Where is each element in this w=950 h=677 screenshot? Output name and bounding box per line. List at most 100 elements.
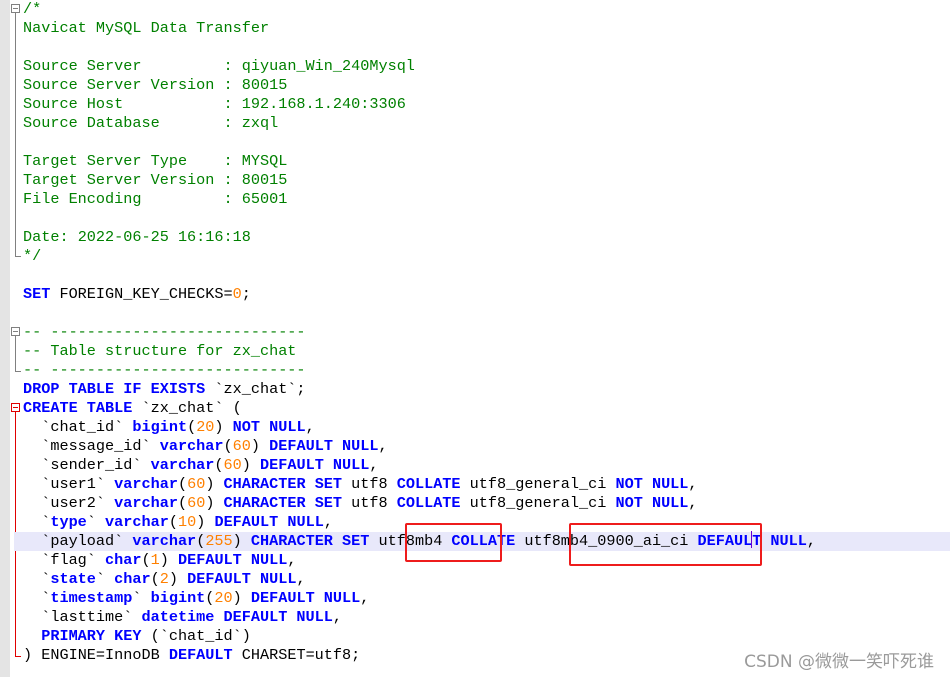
comment-key: Source Server <box>23 57 224 75</box>
column-length: 1 <box>150 551 160 569</box>
comment-value: 192.168.1.240:3306 <box>241 95 406 113</box>
sql-keyword: CHARACTER SET <box>214 475 343 493</box>
code-line: Source Server Version : 80015 <box>23 76 288 94</box>
comment-value: qiyuan_Win_240Mysql <box>241 57 415 75</box>
watermark: CSDN @微微一笑吓死谁 <box>744 652 934 672</box>
code-line: File Encoding : 65001 <box>23 190 288 208</box>
code-line: Target Server Version : 80015 <box>23 171 288 189</box>
sql-punct: , <box>296 570 306 588</box>
column-line-state: `state` char(2) DEFAULT NULL, <box>23 570 306 588</box>
sql-number: 0 <box>232 285 242 303</box>
column-line-chat-id: `chat_id` bigint(20) NOT NULL, <box>23 418 315 436</box>
comment-rule: -- ---------------------------- <box>23 323 306 341</box>
column-length: 2 <box>159 570 169 588</box>
sql-keyword: DEFAULT NULL <box>250 456 370 474</box>
sql-identifier: (`chat_id`) <box>141 627 251 645</box>
code-line: Date: 2022-06-25 16:16:18 <box>23 228 950 247</box>
sql-identifier: `zx_chat`; <box>205 380 306 398</box>
comment-value: 80015 <box>241 76 288 94</box>
fold-toggle-icon[interactable] <box>11 327 20 336</box>
sql-keyword: DEFAULT NULL <box>260 437 379 455</box>
sql-keyword: NOT NULL <box>615 475 689 493</box>
column-type: bigint <box>150 589 206 607</box>
sql-keyword: DEFAULT NULL <box>214 608 333 626</box>
column-name: `chat_id` <box>23 418 133 436</box>
comment-key: Target Server Version <box>23 171 224 189</box>
comment-key: File Encoding <box>23 190 224 208</box>
sql-punct: , <box>378 437 388 455</box>
sql-punct: , <box>360 589 370 607</box>
fold-guide-end <box>15 371 21 372</box>
column-name: state <box>50 570 96 588</box>
column-name: ` <box>23 589 51 607</box>
sql-identifier: ENGINE=InnoDB <box>41 646 169 664</box>
column-line-user2: `user2` varchar(60) CHARACTER SET utf8 C… <box>23 494 698 512</box>
comment-value: 80015 <box>241 171 288 189</box>
column-length: 20 <box>214 589 233 607</box>
code-line: -- ---------------------------- <box>23 323 950 342</box>
sql-keyword: DEFAULT NULL <box>178 570 297 588</box>
column-name: ` <box>23 570 51 588</box>
column-name: type <box>50 513 87 531</box>
sql-punct: , <box>323 513 333 531</box>
fold-toggle-icon[interactable] <box>11 403 20 412</box>
comment-key: Source Server Version <box>23 76 224 94</box>
column-type: varchar <box>114 494 178 512</box>
column-line-message-id: `message_id` varchar(60) DEFAULT NULL, <box>23 437 388 455</box>
highlight-box-collation <box>569 523 762 566</box>
editor-gutter <box>0 0 10 677</box>
comment-key: Target Server Type <box>23 152 224 170</box>
column-name: `lasttime` <box>23 608 142 626</box>
sql-punct: , <box>806 532 817 550</box>
sql-punct: ; <box>241 285 251 303</box>
code-line: -- Table structure for zx_chat <box>23 342 950 361</box>
code-line: DROP TABLE IF EXISTS `zx_chat`; <box>23 380 950 399</box>
code-line: Source Database : zxql <box>23 114 279 132</box>
code-line: Source Server : qiyuan_Win_240Mysql <box>23 57 415 75</box>
sql-keyword: DEFAULT <box>168 646 233 664</box>
column-length: 20 <box>196 418 215 436</box>
code-line: /* <box>23 0 950 19</box>
sql-punct: , <box>332 608 343 626</box>
comment-value: 65001 <box>241 190 288 208</box>
comment-text: /* <box>23 0 42 18</box>
sql-keyword: DROP TABLE IF EXISTS <box>23 380 206 398</box>
sql-keyword: SET <box>23 285 51 303</box>
sql-keyword: COLLATE <box>396 475 461 493</box>
column-length: 60 <box>223 456 242 474</box>
code-line: */ <box>23 247 950 266</box>
fold-toggle-icon[interactable] <box>11 4 20 13</box>
sql-editor[interactable]: /* Navicat MySQL Data Transfer Source Se… <box>14 0 950 665</box>
column-charset: utf8 <box>342 475 397 493</box>
sql-keyword: DEFAULT NULL <box>168 551 288 569</box>
sql-punct: ) <box>23 646 42 664</box>
sql-identifier: FOREIGN_KEY_CHECKS= <box>50 285 233 303</box>
fold-guide-line <box>15 336 16 371</box>
column-line-lasttime: `lasttime` datetime DEFAULT NULL, <box>23 608 950 627</box>
sql-identifier: `zx_chat` ( <box>132 399 242 417</box>
comment-key: Source Host <box>23 95 224 113</box>
sql-punct: , <box>305 418 315 436</box>
column-name: `flag` <box>23 551 106 569</box>
column-type: varchar <box>114 475 178 493</box>
column-line-timestamp: `timestamp` bigint(20) DEFAULT NULL, <box>23 589 370 607</box>
column-name: timestamp <box>50 589 133 607</box>
column-length: 60 <box>232 437 251 455</box>
sql-identifier: CHARSET=utf8; <box>232 646 361 664</box>
sql-keyword: CHARACTER SET <box>241 532 370 550</box>
comment-value: zxql <box>241 114 279 132</box>
fold-guide-end <box>15 656 21 657</box>
sql-keyword: PRIMARY KEY <box>23 627 142 645</box>
column-type: datetime <box>141 608 215 626</box>
comment-title: Navicat MySQL Data Transfer <box>23 19 270 37</box>
sql-punct: , <box>287 551 297 569</box>
sql-keyword: COLLATE <box>396 494 461 512</box>
sql-punct: , <box>688 494 698 512</box>
column-name: `sender_id` <box>23 456 151 474</box>
comment-key: Source Database <box>23 114 224 132</box>
code-line: Source Host : 192.168.1.240:3306 <box>23 95 406 113</box>
